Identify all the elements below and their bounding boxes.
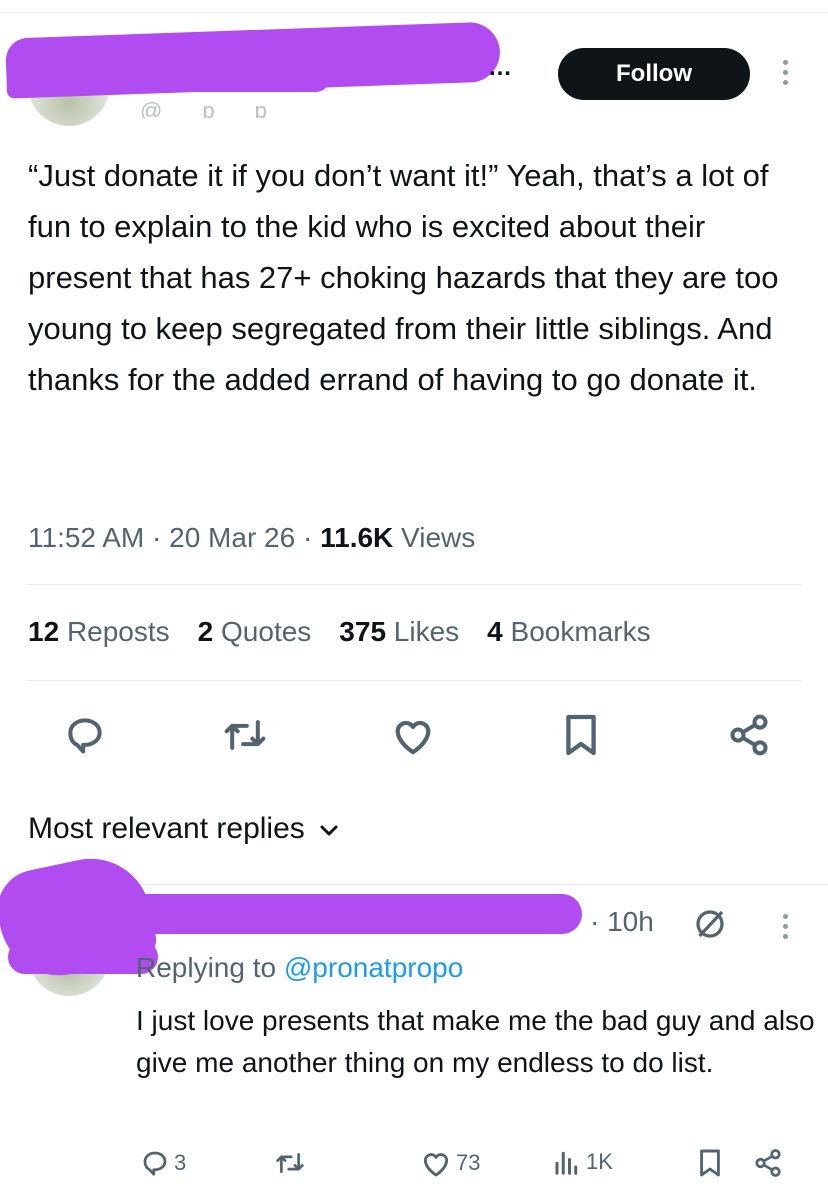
replying-prefix: Replying to	[136, 952, 277, 983]
tweet-meta: 11:52 AM · 20 Mar 26 · 11.6K Views	[28, 522, 475, 554]
author-name-truncation: …	[488, 54, 512, 81]
reply-like-count: 73	[456, 1150, 481, 1175]
tweet-time[interactable]: 11:52 AM	[28, 522, 144, 553]
stat-quotes[interactable]: 2 Quotes	[198, 616, 312, 648]
reply-views-button[interactable]: 1K	[552, 1148, 613, 1176]
reply-share-button[interactable]	[752, 1148, 784, 1178]
bookmark-icon[interactable]	[558, 712, 604, 758]
grok-icon[interactable]	[690, 904, 730, 944]
author-handle-obscured: @pp	[140, 98, 307, 118]
tweet-stats: 12 Reposts 2 Quotes 375 Likes 4 Bookmark…	[28, 616, 651, 648]
more-options-icon[interactable]	[780, 60, 790, 85]
reply-more-options-icon[interactable]	[780, 914, 790, 939]
divider	[28, 584, 802, 585]
reply-author-redaction	[40, 894, 582, 934]
meta-separator: ·	[302, 522, 313, 553]
share-icon[interactable]	[724, 712, 774, 758]
follow-button[interactable]: Follow	[558, 48, 750, 100]
reply-icon[interactable]	[62, 712, 108, 758]
reply-time[interactable]: · 10h	[590, 906, 654, 938]
top-divider	[0, 12, 828, 13]
divider	[140, 884, 828, 885]
views-count: 11.6K	[320, 522, 394, 553]
reply-views-count: 1K	[586, 1149, 613, 1174]
stat-bookmarks[interactable]: 4 Bookmarks	[487, 616, 650, 648]
replying-to: Replying to @pronatpropo	[136, 952, 463, 984]
replying-handle-link[interactable]: @pronatpropo	[284, 952, 463, 983]
replies-sort-dropdown[interactable]: Most relevant replies	[28, 812, 339, 846]
repost-icon[interactable]	[220, 712, 270, 758]
meta-separator: ·	[152, 522, 162, 553]
reply-bookmark-button[interactable]	[698, 1148, 722, 1178]
views-label: Views	[401, 522, 476, 553]
like-icon[interactable]	[388, 712, 438, 758]
replies-sort-label: Most relevant replies	[28, 812, 305, 845]
stat-reposts[interactable]: 12 Reposts	[28, 616, 170, 648]
stat-likes[interactable]: 375 Likes	[339, 616, 459, 648]
chevron-down-icon	[319, 812, 339, 846]
reply-reply-button[interactable]: 3	[140, 1148, 186, 1178]
reply-like-button[interactable]: 73	[420, 1148, 480, 1178]
tweet-date[interactable]: 20 Mar 26	[169, 522, 295, 553]
reply-repost-button[interactable]	[274, 1148, 306, 1178]
author-name-redaction	[40, 64, 330, 92]
divider	[28, 680, 802, 681]
reply-text: I just love presents that make me the ba…	[136, 1005, 815, 1078]
tweet-text: “Just donate it if you don’t want it!” Y…	[28, 158, 779, 397]
reply-reply-count: 3	[174, 1150, 187, 1175]
